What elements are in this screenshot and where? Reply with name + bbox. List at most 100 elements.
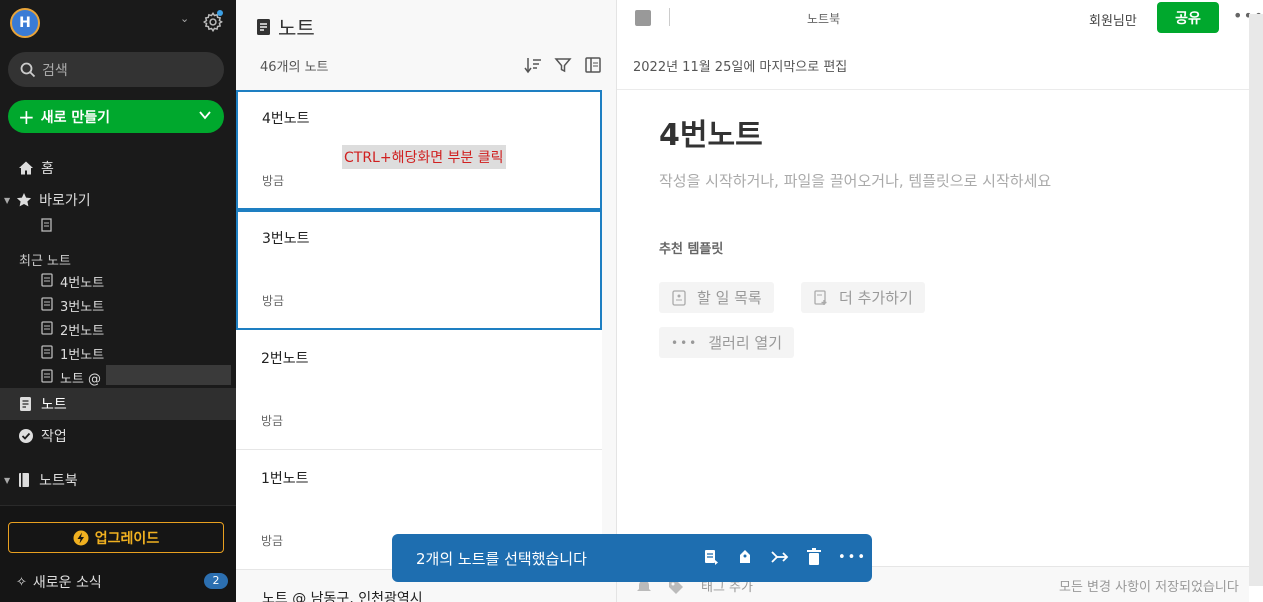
- list-title-label: 노트: [278, 16, 315, 40]
- caret-down-icon: ▼: [4, 475, 11, 485]
- notification-dot: [217, 10, 223, 16]
- sidebar-item-label: 작업: [41, 429, 67, 445]
- new-button-label: 새로 만들기: [40, 109, 111, 126]
- more-icon[interactable]: •••: [838, 550, 867, 565]
- recent-note-item[interactable]: 노트 @: [40, 368, 101, 387]
- recent-note-item[interactable]: 2번노트: [40, 320, 104, 339]
- notebook-icon: [15, 471, 33, 489]
- sidebar-item-tasks[interactable]: 작업: [0, 425, 236, 447]
- filter-icon[interactable]: [554, 56, 572, 74]
- divider: [669, 8, 670, 26]
- shortcut-note[interactable]: [40, 218, 60, 236]
- plus-icon: +: [18, 104, 35, 129]
- sidebar-item-notes[interactable]: 노트: [0, 388, 236, 420]
- note-icon: [40, 296, 54, 315]
- note-icon: [40, 368, 54, 387]
- view-options-icon[interactable]: [584, 56, 602, 74]
- news-count-badge: 2: [204, 573, 228, 589]
- note-card-title: 1번노트: [261, 471, 309, 487]
- search-input[interactable]: 검색: [8, 52, 224, 87]
- toast-actions: •••: [702, 548, 867, 566]
- note-card-title: 2번노트: [261, 351, 309, 367]
- template-label: 갤러리 열기: [708, 334, 783, 352]
- note-editor: 노트북 회원님만 공유 ••• 2022년 11월 25일에 마지막으로 편집 …: [617, 0, 1263, 602]
- recent-note-label: 4번노트: [60, 276, 105, 291]
- merge-notes-icon[interactable]: [702, 548, 720, 566]
- note-card-title[interactable]: 노트 @ 남동구, 인천광역시: [262, 588, 423, 602]
- template-label: 더 추가하기: [839, 289, 913, 307]
- selection-message: 2개의 노트를 선택했습니다: [416, 549, 587, 568]
- recent-note-item[interactable]: 1번노트: [40, 344, 104, 363]
- template-gallery-button[interactable]: ••• 갤러리 열기: [659, 327, 795, 358]
- note-count: 46개의 노트: [260, 60, 329, 75]
- save-status: 모든 변경 사항이 저장되었습니다: [1059, 580, 1239, 595]
- list-toolbar: [524, 56, 602, 74]
- new-button[interactable]: + 새로 만들기: [8, 100, 224, 133]
- sidebar-item-label: 홈: [41, 161, 54, 177]
- check-circle-icon: [17, 427, 35, 445]
- template-label: 할 일 목록: [697, 289, 762, 307]
- search-placeholder: 검색: [42, 62, 68, 79]
- recent-notes-label: 최근 노트: [19, 254, 71, 269]
- sidebar-item-label: 노트: [41, 397, 67, 413]
- whats-new-label: 새로운 소식: [32, 575, 102, 591]
- upgrade-label: 업그레이드: [94, 530, 160, 547]
- note-card-date: 방금: [261, 414, 284, 428]
- search-icon: [20, 62, 36, 77]
- lightning-icon: [73, 530, 89, 545]
- move-notes-icon[interactable]: [770, 548, 790, 566]
- avatar[interactable]: H: [10, 8, 40, 38]
- sidebar-item-shortcuts[interactable]: ▼ 바로가기: [0, 189, 236, 211]
- notes-icon: [257, 18, 270, 35]
- recent-note-label: 노트 @: [60, 372, 102, 387]
- note-card[interactable]: 3번노트 방금: [236, 210, 602, 330]
- redacted-area: [106, 365, 231, 385]
- note-card-title: 4번노트: [262, 111, 310, 127]
- notes-icon: [17, 395, 35, 413]
- star-icon: [15, 191, 33, 209]
- sidebar: H ⌄ 검색 + 새로 만들기 홈 ▼ 바로가기 최근 노트 4번노트 3번노트…: [0, 0, 236, 602]
- note-card[interactable]: 2번노트 방금: [236, 330, 602, 450]
- chevron-down-icon[interactable]: ⌄: [180, 12, 189, 25]
- note-card-date: 방금: [262, 294, 285, 308]
- note-card-title: 3번노트: [262, 231, 310, 247]
- recent-note-item[interactable]: 3번노트: [40, 296, 104, 315]
- recent-note-item[interactable]: 4번노트: [40, 272, 104, 291]
- note-icon: [40, 218, 54, 236]
- scrollbar[interactable]: [1249, 14, 1263, 586]
- whats-new-item[interactable]: ✧ 새로운 소식: [16, 572, 102, 592]
- upgrade-button[interactable]: 업그레이드: [8, 522, 224, 553]
- note-list-panel: 노트 46개의 노트 4번노트 방금 CTRL+해당화면 부분 클릭 3번노트 …: [236, 0, 617, 602]
- note-icon: [40, 320, 54, 339]
- sidebar-item-notebooks[interactable]: ▼ 노트북: [0, 469, 236, 491]
- sort-icon[interactable]: [524, 56, 542, 74]
- recent-note-label: 2번노트: [60, 324, 105, 339]
- note-card-date: 방금: [261, 534, 284, 548]
- editor-header: [617, 0, 1249, 38]
- ellipsis-icon: •••: [671, 335, 699, 350]
- note-icon: [40, 272, 54, 291]
- expand-icon[interactable]: [635, 10, 651, 26]
- sidebar-item-home[interactable]: 홈: [0, 157, 236, 179]
- selection-toast: 2개의 노트를 선택했습니다 •••: [392, 534, 872, 582]
- notebook-selector[interactable]: 노트북: [807, 10, 840, 27]
- recent-note-label: 1번노트: [60, 348, 105, 363]
- note-card-date: 방금: [262, 174, 285, 188]
- sidebar-item-label: 바로가기: [39, 193, 91, 209]
- members-label[interactable]: 회원님만: [1089, 10, 1137, 29]
- template-todo-button[interactable]: 할 일 목록: [659, 282, 774, 313]
- instruction-annotation: CTRL+해당화면 부분 클릭: [342, 145, 506, 169]
- chevron-down-icon[interactable]: [198, 108, 212, 122]
- note-icon: [40, 344, 54, 363]
- share-button[interactable]: 공유: [1157, 2, 1219, 33]
- page-title: 노트: [256, 12, 315, 41]
- add-template-icon: [813, 289, 829, 306]
- note-body-placeholder[interactable]: 작성을 시작하거나, 파일을 끌어오거나, 템플릿으로 시작하세요: [659, 170, 1051, 191]
- divider: [617, 89, 1249, 90]
- templates-label: 추천 템플릿: [659, 242, 724, 257]
- note-title[interactable]: 4번노트: [659, 110, 763, 154]
- sparkle-icon: ✧: [16, 574, 27, 590]
- trash-icon[interactable]: [806, 548, 822, 566]
- tag-notes-icon[interactable]: [736, 548, 754, 566]
- template-more-button[interactable]: 더 추가하기: [801, 282, 925, 313]
